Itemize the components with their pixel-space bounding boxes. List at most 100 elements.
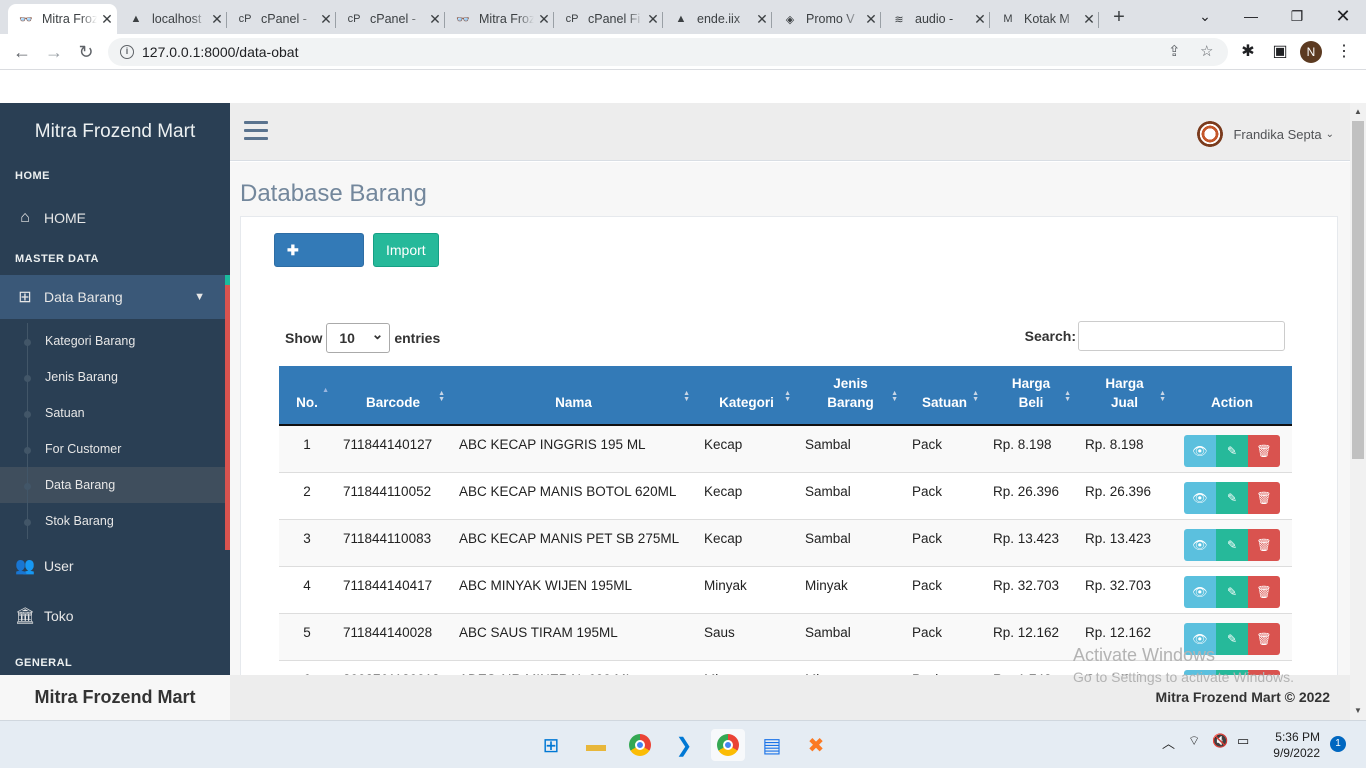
scroll-up-icon[interactable]: ▲	[1354, 107, 1362, 116]
delete-trash-icon[interactable]: 🗑	[1248, 481, 1280, 514]
col-header-satuan[interactable]: Satuan ▲ ▼	[904, 366, 985, 426]
view-eye-icon[interactable]: 👁	[1184, 575, 1216, 608]
close-tab-icon[interactable]: ✕	[752, 11, 772, 28]
browser-tab[interactable]: 👓 Mitra Frozend Mart✕	[445, 4, 554, 34]
sidebar-item-data-barang[interactable]: ⊞ Data Barang ▼	[0, 275, 230, 319]
edit-icon[interactable]: ✎	[1216, 575, 1248, 608]
browser-tab[interactable]: ▲ ende.iix ✕	[663, 4, 772, 34]
edit-icon[interactable]: ✎	[1216, 435, 1248, 467]
sidebar-item-home[interactable]: ⌂ HOME	[0, 198, 230, 238]
browser-tab[interactable]: cP cPanel Fi ✕	[554, 4, 663, 34]
close-window-button[interactable]: ✕	[1320, 0, 1366, 34]
sidebar-item-user[interactable]: 👥 User	[0, 541, 230, 591]
volume-muted-icon[interactable]: 🔇	[1212, 733, 1228, 749]
new-tab-button[interactable]: +	[1108, 6, 1130, 28]
sidebar-subitem-data-barang[interactable]: Data Barang	[0, 467, 230, 503]
battery-icon[interactable]: ▭	[1237, 733, 1249, 749]
sidebar-item-toko[interactable]: 🏛 Toko	[0, 591, 230, 641]
back-icon[interactable]: ←	[10, 40, 34, 64]
col-header-jenis-barang[interactable]: Jenis Barang ▲ ▼	[797, 366, 904, 426]
view-eye-icon[interactable]: 👁	[1184, 481, 1216, 514]
add-item-button[interactable]: ✚ Tambah	[274, 233, 364, 290]
side-panel-icon[interactable]: ▣	[1268, 40, 1292, 64]
sidebar-brand[interactable]: Mitra Frozend Mart	[0, 103, 230, 161]
col-header-no[interactable]: No. ▲	[279, 366, 335, 426]
close-tab-icon[interactable]: ✕	[97, 11, 117, 28]
browser-tab[interactable]: ≋ audio - ✕	[881, 4, 990, 34]
tab-favicon-icon: cP	[565, 13, 579, 25]
view-eye-icon[interactable]: 👁	[1184, 528, 1216, 561]
user-menu[interactable]: Frandika Septa ⌄	[1197, 121, 1334, 147]
clock-time: 5:36 PM	[1275, 730, 1320, 744]
sidebar-subitem-satuan[interactable]: Satuan	[0, 395, 230, 431]
table-cell: 711844140417	[335, 565, 451, 613]
col-header-nama[interactable]: Nama ▲ ▼	[451, 366, 696, 426]
close-tab-icon[interactable]: ✕	[207, 11, 227, 28]
start-menu-icon[interactable]: ⊞	[534, 729, 568, 761]
notepad-icon[interactable]: ▤	[755, 729, 789, 761]
close-tab-icon[interactable]: ✕	[425, 11, 445, 28]
xampp-icon[interactable]: ✖	[799, 729, 833, 761]
address-bar[interactable]: i 127.0.0.1:8000/data-obat ⇪ ☆	[108, 38, 1228, 66]
restore-button[interactable]: ❐	[1274, 0, 1320, 34]
delete-trash-icon[interactable]: 🗑	[1248, 575, 1280, 608]
close-tab-icon[interactable]: ✕	[1079, 11, 1099, 28]
minimize-button[interactable]: —	[1228, 0, 1274, 34]
profile-avatar[interactable]: N	[1300, 41, 1322, 63]
page-scrollbar[interactable]: ▲ ▼	[1350, 103, 1366, 720]
browser-tab[interactable]: cP cPanel - ✕	[227, 4, 336, 34]
browser-tab[interactable]: ◈ Promo V ✕	[772, 4, 881, 34]
col-header-kategori[interactable]: Kategori ▲ ▼	[696, 366, 797, 426]
vscode-icon[interactable]: ❯	[667, 729, 701, 761]
share-icon[interactable]: ⇪	[1168, 38, 1181, 66]
sidebar-subitem-jenis-barang[interactable]: Jenis Barang	[0, 359, 230, 395]
col-header-harga-beli[interactable]: Harga Beli ▲ ▼	[985, 366, 1077, 426]
table-cell-action: 👁✎🗑	[1172, 518, 1292, 566]
close-tab-icon[interactable]: ✕	[970, 11, 990, 28]
menu-toggle-icon[interactable]	[244, 121, 268, 141]
scroll-down-icon[interactable]: ▼	[1354, 706, 1362, 715]
import-button[interactable]: Import	[373, 233, 439, 267]
taskbar-clock[interactable]: 5:36 PM 9/9/2022	[1268, 729, 1320, 761]
search-input[interactable]	[1078, 321, 1285, 351]
col-header-barcode[interactable]: Barcode ▲ ▼	[335, 366, 451, 426]
chrome-profile-icon[interactable]	[711, 729, 745, 761]
edit-icon[interactable]: ✎	[1216, 528, 1248, 561]
edit-icon[interactable]: ✎	[1216, 481, 1248, 514]
reload-icon[interactable]: ↻	[74, 40, 98, 64]
table-cell: Rp. 12.162	[985, 612, 1077, 660]
site-info-icon[interactable]: i	[120, 45, 134, 59]
scrollbar-thumb[interactable]	[1352, 121, 1364, 459]
table-cell: Rp. 26.396	[985, 471, 1077, 519]
search-label: Search:	[1024, 328, 1076, 344]
forward-icon[interactable]: →	[42, 40, 66, 64]
sidebar-subitem-stok-barang[interactable]: Stok Barang	[0, 503, 230, 539]
view-eye-icon[interactable]: 👁	[1184, 435, 1216, 467]
delete-trash-icon[interactable]: 🗑	[1248, 528, 1280, 561]
bookmark-star-icon[interactable]: ☆	[1200, 38, 1213, 66]
extensions-icon[interactable]: ✱	[1236, 40, 1260, 64]
browser-tab[interactable]: M Kotak M ✕	[990, 4, 1099, 34]
table-cell: Rp. 13.423	[1077, 518, 1172, 566]
notification-badge[interactable]: 1	[1330, 736, 1346, 752]
tab-search-icon[interactable]: ⌄	[1182, 0, 1228, 34]
browser-tab[interactable]: ▲ localhost ✕	[118, 4, 227, 34]
sidebar-subitem-for-customer[interactable]: For Customer	[0, 431, 230, 467]
entries-select[interactable]: 10	[326, 320, 391, 353]
close-tab-icon[interactable]: ✕	[861, 11, 881, 28]
close-tab-icon[interactable]: ✕	[534, 11, 554, 28]
file-explorer-icon[interactable]: ▬	[579, 729, 613, 761]
content-panel: ✚ Tambah Import Show 10 entries Search: …	[240, 216, 1338, 675]
chrome-menu-icon[interactable]: ⋮	[1332, 40, 1356, 64]
close-tab-icon[interactable]: ✕	[316, 11, 336, 28]
wifi-icon[interactable]: ⌔	[1188, 733, 1200, 749]
sidebar-subitem-kategori-barang[interactable]: Kategori Barang	[0, 323, 230, 359]
table-cell: Pack	[904, 612, 985, 660]
close-tab-icon[interactable]: ✕	[643, 11, 663, 28]
col-header-harga-jual[interactable]: Harga Jual ▲ ▼	[1077, 366, 1172, 426]
tray-overflow-icon[interactable]: ︿	[1162, 733, 1175, 752]
browser-tab[interactable]: cP cPanel - ✕	[336, 4, 445, 34]
browser-tab[interactable]: 👓 Mitra Frozend Mart✕	[8, 4, 117, 34]
chrome-icon[interactable]	[623, 729, 657, 761]
delete-trash-icon[interactable]: 🗑	[1248, 435, 1280, 467]
